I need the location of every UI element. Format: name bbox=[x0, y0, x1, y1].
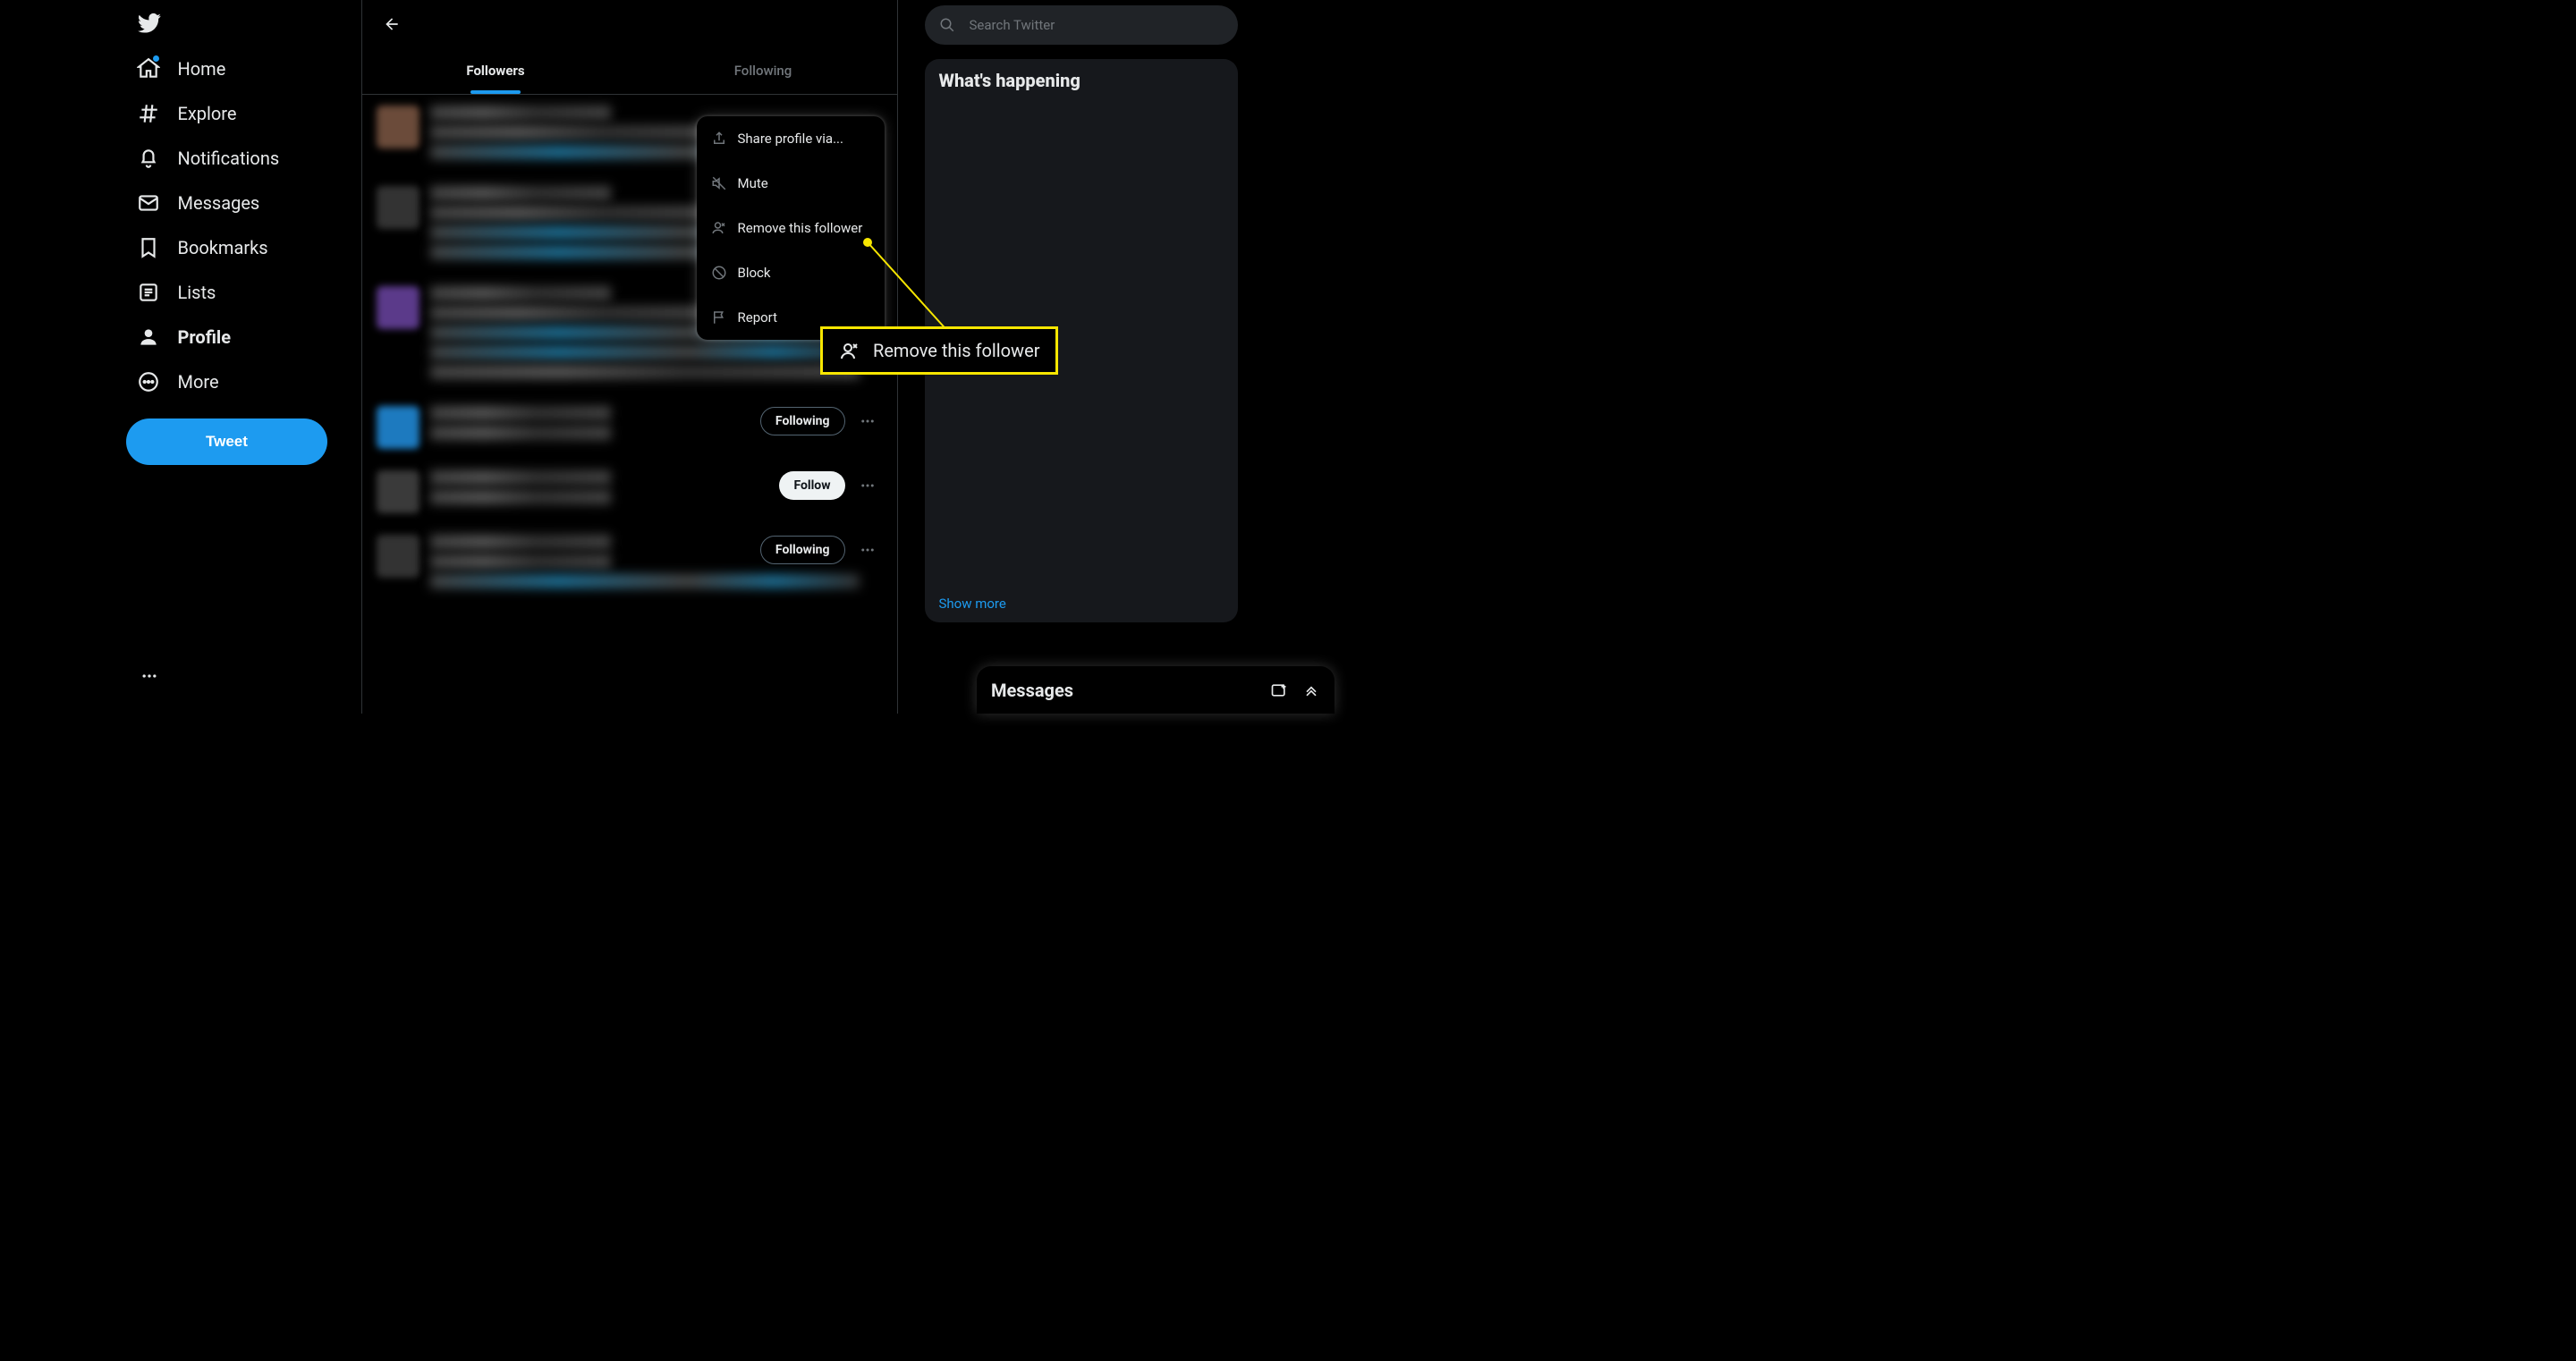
new-message-icon[interactable] bbox=[1270, 681, 1288, 699]
search-input[interactable]: Search Twitter bbox=[925, 5, 1238, 45]
menu-remove-label: Remove this follower bbox=[738, 220, 863, 236]
follow-button[interactable]: Follow bbox=[779, 471, 844, 500]
list-item[interactable]: Follow bbox=[362, 460, 897, 524]
messages-dock[interactable]: Messages bbox=[977, 666, 1335, 714]
nav-lists-label: Lists bbox=[178, 282, 216, 303]
row-more-button[interactable] bbox=[852, 406, 883, 436]
row-more-button[interactable] bbox=[852, 470, 883, 501]
search-placeholder: Search Twitter bbox=[970, 17, 1055, 33]
avatar[interactable] bbox=[377, 106, 419, 148]
following-button[interactable]: Following bbox=[760, 407, 845, 435]
nav-explore-label: Explore bbox=[178, 103, 237, 124]
tab-followers[interactable]: Followers bbox=[362, 47, 630, 94]
share-icon bbox=[711, 131, 727, 147]
remove-follower-icon bbox=[711, 220, 727, 236]
menu-block-label: Block bbox=[738, 265, 771, 281]
nav-bookmarks[interactable]: Bookmarks bbox=[126, 225, 351, 270]
twitter-logo[interactable] bbox=[126, 0, 351, 46]
nav-lists[interactable]: Lists bbox=[126, 270, 351, 315]
list-item[interactable]: Following bbox=[362, 524, 897, 604]
profile-icon bbox=[137, 325, 160, 349]
menu-share-label: Share profile via... bbox=[738, 131, 843, 147]
avatar[interactable] bbox=[377, 186, 419, 229]
more-actions-menu: Share profile via... Mute Remove this fo… bbox=[697, 116, 885, 340]
avatar[interactable] bbox=[377, 470, 419, 513]
tab-following[interactable]: Following bbox=[630, 47, 897, 94]
nav-notifications-label: Notifications bbox=[178, 148, 280, 169]
tab-followers-label: Followers bbox=[466, 63, 524, 79]
avatar[interactable] bbox=[377, 286, 419, 329]
envelope-icon bbox=[137, 191, 160, 215]
nav-profile[interactable]: Profile bbox=[126, 315, 351, 359]
menu-block[interactable]: Block bbox=[697, 250, 885, 295]
mute-icon bbox=[711, 175, 727, 191]
list-icon bbox=[137, 281, 160, 304]
nav-more[interactable]: More bbox=[126, 359, 351, 404]
more-circle-icon bbox=[137, 370, 160, 393]
nav-profile-label: Profile bbox=[178, 326, 232, 348]
avatar[interactable] bbox=[377, 406, 419, 449]
list-item[interactable]: Following bbox=[362, 395, 897, 460]
nav-more-label: More bbox=[178, 371, 219, 393]
menu-mute-label: Mute bbox=[738, 175, 768, 191]
menu-remove-follower[interactable]: Remove this follower bbox=[697, 206, 885, 250]
hashtag-icon bbox=[137, 102, 160, 125]
report-icon bbox=[711, 309, 727, 325]
account-menu-button[interactable] bbox=[133, 660, 165, 692]
nav-home[interactable]: Home bbox=[126, 46, 351, 91]
nav-messages-label: Messages bbox=[178, 192, 260, 214]
callout-label: Remove this follower bbox=[873, 340, 1039, 361]
tab-following-label: Following bbox=[734, 63, 792, 79]
bell-icon bbox=[137, 147, 160, 170]
expand-icon[interactable] bbox=[1302, 681, 1320, 699]
search-icon bbox=[939, 17, 955, 33]
nav-home-label: Home bbox=[178, 58, 226, 80]
back-button[interactable] bbox=[377, 9, 407, 39]
menu-report-label: Report bbox=[738, 309, 778, 325]
bookmark-icon bbox=[137, 236, 160, 259]
block-icon bbox=[711, 265, 727, 281]
menu-share-profile[interactable]: Share profile via... bbox=[697, 116, 885, 161]
avatar[interactable] bbox=[377, 535, 419, 578]
remove-follower-icon bbox=[839, 340, 860, 361]
show-more-link[interactable]: Show more bbox=[939, 596, 1224, 612]
nav-messages[interactable]: Messages bbox=[126, 181, 351, 225]
following-button[interactable]: Following bbox=[760, 536, 845, 564]
menu-mute[interactable]: Mute bbox=[697, 161, 885, 206]
callout-remove-follower: Remove this follower bbox=[820, 326, 1058, 375]
messages-dock-title: Messages bbox=[991, 680, 1256, 701]
row-more-button[interactable] bbox=[852, 535, 883, 565]
widget-title: What's happening bbox=[939, 70, 1224, 91]
nav-notifications[interactable]: Notifications bbox=[126, 136, 351, 181]
tweet-button[interactable]: Tweet bbox=[126, 418, 328, 465]
nav-bookmarks-label: Bookmarks bbox=[178, 237, 268, 258]
nav-explore[interactable]: Explore bbox=[126, 91, 351, 136]
home-dot bbox=[153, 55, 159, 62]
